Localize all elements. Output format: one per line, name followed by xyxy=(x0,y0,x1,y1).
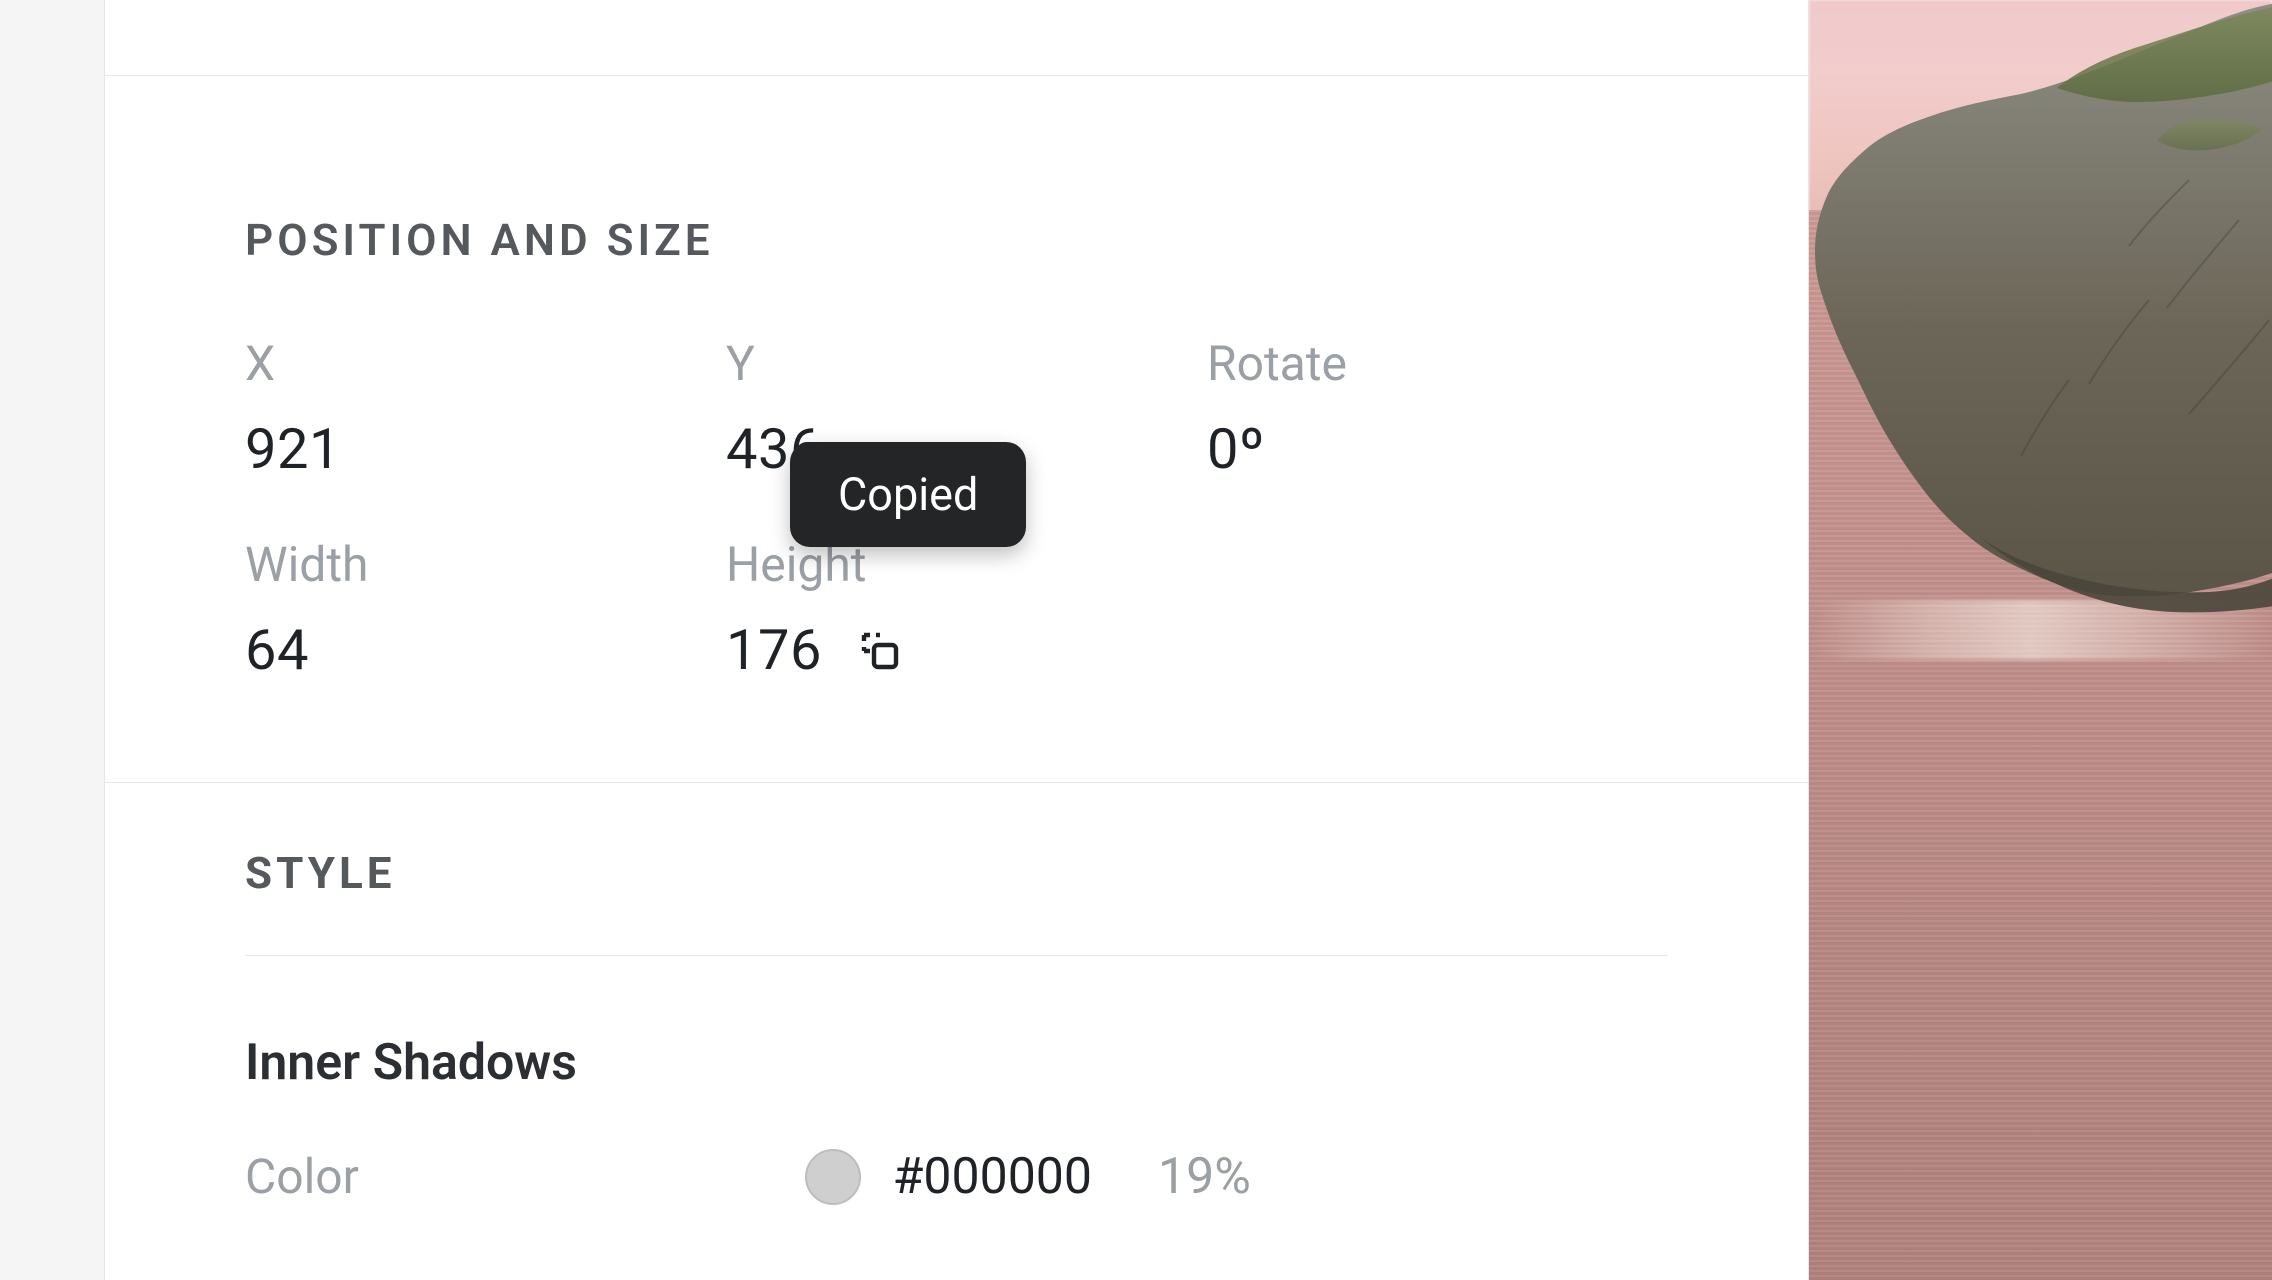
copied-toast: Copied xyxy=(790,442,1026,547)
color-hex[interactable]: #000000 xyxy=(893,1148,1092,1206)
width-field: Width 64 xyxy=(245,537,706,682)
width-value[interactable]: 64 xyxy=(245,620,706,682)
x-label: X xyxy=(245,336,706,391)
shore-glint xyxy=(1809,600,2272,660)
position-size-section: POSITION AND SIZE X 921 Y 436 Rotate 0º xyxy=(105,75,1808,782)
previous-section-sliver xyxy=(105,0,1808,75)
inner-shadows-heading: Inner Shadows xyxy=(245,956,1668,1148)
sea-gradient xyxy=(1809,210,2272,1280)
color-label: Color xyxy=(245,1149,785,1204)
y-label: Y xyxy=(726,336,1187,391)
color-value-cell: #000000 19% xyxy=(805,1148,1668,1206)
color-opacity[interactable]: 19% xyxy=(1158,1148,1251,1206)
copy-height-button[interactable] xyxy=(850,621,910,681)
x-field: X 921 xyxy=(245,336,706,481)
style-section: STYLE Inner Shadows Color #000000 19% xyxy=(105,782,1808,1206)
inspector-panel: POSITION AND SIZE X 921 Y 436 Rotate 0º xyxy=(104,0,1809,1280)
rotate-field: Rotate 0º xyxy=(1207,336,1668,481)
color-swatch[interactable] xyxy=(805,1149,861,1205)
canvas-preview xyxy=(1809,0,2272,1280)
height-value[interactable]: 176 xyxy=(726,620,822,682)
position-size-heading: POSITION AND SIZE xyxy=(245,76,1668,336)
rotate-label: Rotate xyxy=(1207,336,1668,391)
copy-icon xyxy=(856,627,904,675)
sky-gradient xyxy=(1809,0,2272,240)
style-heading: STYLE xyxy=(245,783,1668,955)
rotate-value[interactable]: 0º xyxy=(1207,419,1668,481)
empty-cell xyxy=(1207,537,1668,682)
x-value[interactable]: 921 xyxy=(245,419,706,481)
width-label: Width xyxy=(245,537,706,592)
height-field: Height 176 xyxy=(726,537,1187,682)
inner-shadow-color-row: Color #000000 19% xyxy=(245,1148,1668,1206)
position-row-2: Width 64 Height 176 xyxy=(245,537,1668,682)
